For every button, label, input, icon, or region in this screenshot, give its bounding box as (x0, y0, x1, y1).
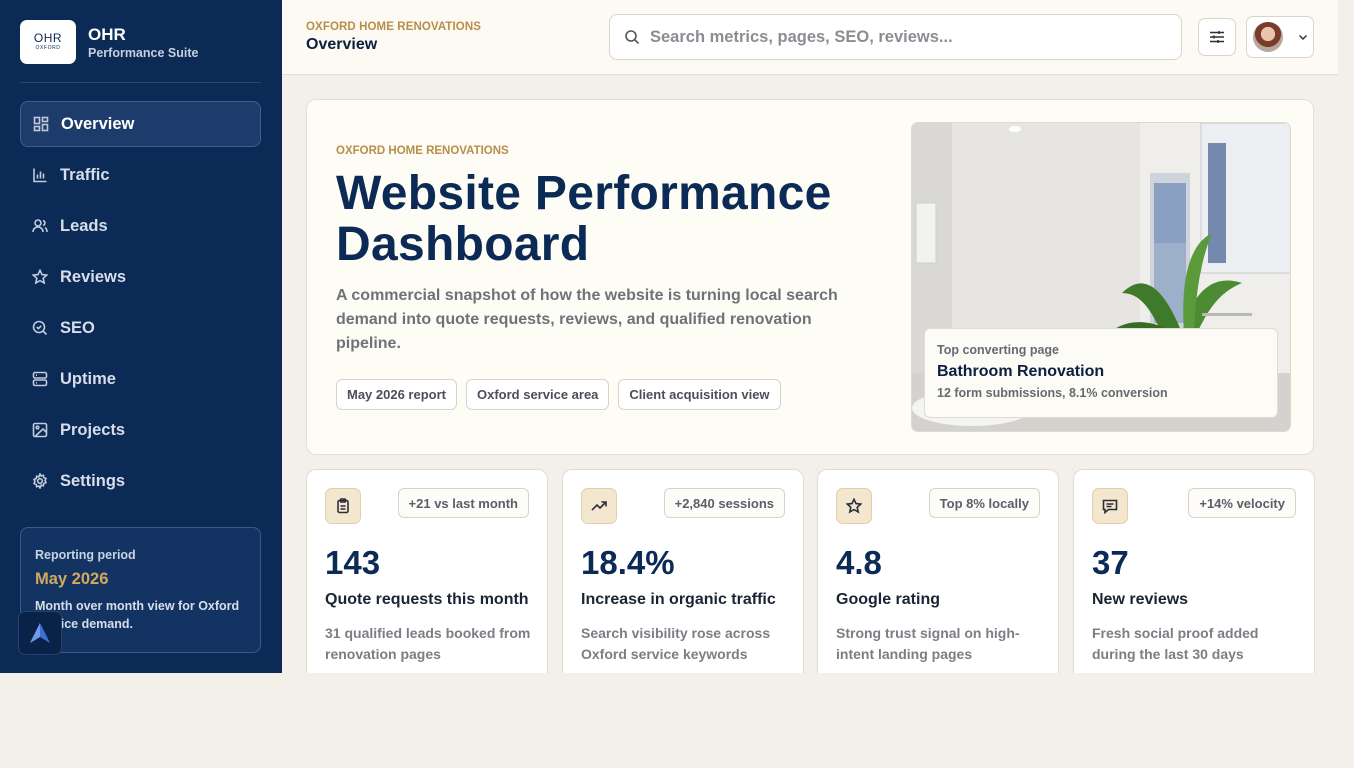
sidebar-item-label: Uptime (60, 369, 116, 388)
sidebar-item-label: Leads (60, 216, 108, 235)
sidebar-divider (20, 82, 261, 83)
star-icon (836, 488, 872, 524)
server-icon (32, 371, 48, 387)
brand[interactable]: OHR OXFORD OHR Performance Suite (20, 20, 198, 64)
period-label: Reporting period (35, 548, 136, 562)
sidebar-item-label: Overview (61, 114, 135, 133)
hero-eyebrow: OXFORD HOME RENOVATIONS (336, 145, 509, 157)
chip-service-area[interactable]: Oxford service area (466, 379, 610, 410)
page-title: Overview (306, 36, 378, 53)
sidebar: OHR OXFORD OHR Performance Suite Overvie… (0, 0, 282, 673)
top-header: OXFORD HOME RENOVATIONS Overview (282, 0, 1338, 75)
sidebar-item-reviews[interactable]: Reviews (20, 254, 261, 300)
sidebar-item-overview[interactable]: Overview (20, 101, 261, 147)
hero-description: A commercial snapshot of how the website… (336, 287, 838, 352)
user-menu-button[interactable] (1246, 16, 1314, 58)
stat-badge: +14% velocity (1188, 488, 1296, 518)
search-input[interactable] (650, 27, 1150, 47)
chevron-down-icon (1298, 34, 1308, 41)
stat-description: Fresh social proof added during the last… (1092, 625, 1259, 662)
sidebar-item-settings[interactable]: Settings (20, 458, 261, 504)
bar-chart-icon (32, 167, 48, 183)
top-page-card[interactable]: Top converting page Bathroom Renovation … (924, 328, 1278, 418)
brand-logo: OHR OXFORD (20, 20, 76, 64)
period-description: Month over month view for Oxford service… (35, 599, 240, 631)
top-page-subtitle: 12 form submissions, 8.1% conversion (937, 386, 1168, 400)
image-icon (32, 422, 48, 438)
sidebar-item-uptime[interactable]: Uptime (20, 356, 261, 402)
stat-badge: Top 8% locally (928, 488, 1040, 518)
stat-label: Google rating (836, 591, 940, 608)
sidebar-item-label: SEO (60, 318, 95, 337)
stat-badge: +21 vs last month (397, 488, 529, 518)
clipboard-icon (325, 488, 361, 524)
logo-subtext: OXFORD (35, 45, 61, 51)
sidebar-item-traffic[interactable]: Traffic (20, 152, 261, 198)
stat-label: Quote requests this month (325, 591, 529, 608)
chip-acquisition-view[interactable]: Client acquisition view (618, 379, 781, 410)
trending-up-icon (581, 488, 617, 524)
top-page-title: Bathroom Renovation (937, 363, 1105, 380)
gear-icon (32, 473, 48, 489)
sidebar-item-label: Reviews (60, 267, 127, 286)
top-page-label: Top converting page (937, 343, 1059, 357)
navigation-arrow-icon (30, 623, 50, 643)
stat-card-quote-requests[interactable]: +21 vs last month 143 Quote requests thi… (306, 469, 548, 673)
search-icon (625, 30, 640, 45)
users-icon (32, 218, 48, 234)
search-check-icon (32, 320, 48, 336)
stat-value: 4.8 (836, 544, 882, 581)
hero-chips: May 2026 report Oxford service area Clie… (336, 379, 790, 410)
stat-description: Strong trust signal on high-intent landi… (836, 625, 1020, 662)
logo-text: OHR (33, 31, 63, 45)
stat-badge: +2,840 sessions (663, 488, 785, 518)
search-bar[interactable] (609, 14, 1182, 60)
stat-value: 18.4% (581, 544, 675, 581)
sidebar-item-leads[interactable]: Leads (20, 203, 261, 249)
app-shell: OHR OXFORD OHR Performance Suite Overvie… (0, 0, 1354, 673)
period-value: May 2026 (35, 570, 109, 588)
hero-title: Website Performance Dashboard (336, 167, 832, 271)
sidebar-item-projects[interactable]: Projects (20, 407, 261, 453)
stat-value: 143 (325, 544, 381, 581)
header-eyebrow: OXFORD HOME RENOVATIONS (306, 21, 482, 33)
filter-button[interactable] (1198, 18, 1236, 56)
bathroom-photo: Top converting page Bathroom Renovation … (911, 122, 1291, 432)
stat-card-organic-traffic[interactable]: +2,840 sessions 18.4% Increase in organi… (562, 469, 804, 673)
grid-icon (33, 116, 49, 132)
stat-description: 31 qualified leads booked from renovatio… (325, 625, 531, 662)
message-icon (1092, 488, 1128, 524)
stat-label: New reviews (1092, 591, 1189, 608)
stat-card-new-reviews[interactable]: +14% velocity 37 New reviews Fresh socia… (1073, 469, 1315, 673)
stat-description: Search visibility rose across Oxford ser… (581, 625, 771, 662)
hero-card: OXFORD HOME RENOVATIONS Website Performa… (306, 99, 1314, 455)
sidebar-item-label: Traffic (60, 165, 110, 184)
sliders-icon (1210, 31, 1224, 43)
stat-value: 37 (1092, 544, 1129, 581)
star-icon (32, 269, 48, 285)
brand-title: OHR (88, 24, 126, 44)
stat-card-google-rating[interactable]: Top 8% locally 4.8 Google rating Strong … (817, 469, 1059, 673)
sidebar-item-label: Settings (60, 471, 126, 490)
stat-label: Increase in organic traffic (581, 591, 776, 608)
assistant-launcher-button[interactable] (18, 611, 62, 655)
sidebar-nav: Overview Traffic Leads Reviews SEO Uptim… (20, 101, 261, 509)
sidebar-item-seo[interactable]: SEO (20, 305, 261, 351)
brand-subtitle: Performance Suite (88, 45, 199, 60)
avatar (1253, 22, 1283, 52)
sidebar-item-label: Projects (60, 420, 126, 439)
chip-report[interactable]: May 2026 report (336, 379, 457, 410)
